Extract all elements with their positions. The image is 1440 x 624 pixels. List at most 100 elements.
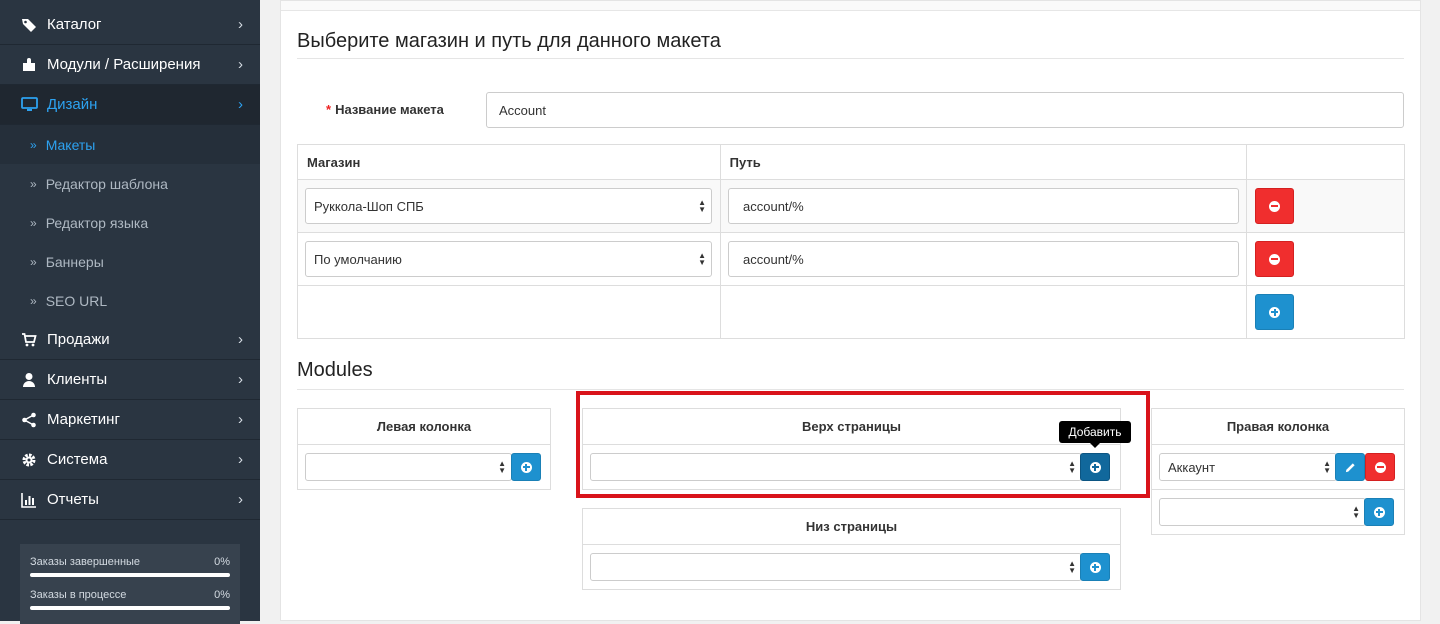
- stat-value: 0%: [214, 589, 230, 601]
- stat-label: Заказы в процессе: [30, 589, 127, 601]
- monitor-icon: [20, 96, 38, 114]
- stat-label: Заказы завершенные: [30, 556, 141, 568]
- store-select-value: По умолчанию: [314, 251, 402, 267]
- sidebar-item-label: Отчеты: [47, 491, 99, 508]
- add-route-button[interactable]: [1255, 294, 1294, 330]
- sidebar-subitem[interactable]: » Редактор языка: [0, 203, 260, 242]
- chevron-right-icon: ›: [238, 331, 243, 348]
- sidebar-subitem[interactable]: » Макеты: [0, 125, 260, 164]
- chevron-right-icon: ›: [238, 96, 243, 113]
- order-stats: Заказы завершенные 0% Заказы в процессе 0%: [20, 544, 240, 624]
- sidebar-item-label: Система: [47, 451, 108, 468]
- sidebar-subitem[interactable]: » SEO URL: [0, 281, 260, 320]
- user-icon: [20, 371, 38, 389]
- content-bottom-add-button[interactable]: [1080, 553, 1110, 581]
- tag-icon: [20, 16, 38, 34]
- minus-circle-icon: [1269, 253, 1280, 265]
- content-bottom-module-select[interactable]: ▲ ▼: [590, 553, 1082, 581]
- layout-name-label: * Название макета: [326, 102, 444, 117]
- chevron-right-icon: ›: [238, 451, 243, 468]
- bar-chart-icon: [20, 491, 38, 509]
- plus-circle-icon: [520, 461, 532, 473]
- sidebar-subitem[interactable]: » Баннеры: [0, 242, 260, 281]
- add-tooltip: Добавить: [1059, 421, 1131, 448]
- sidebar-item-sales[interactable]: Продажи ›: [0, 320, 260, 360]
- route-input[interactable]: account/%: [728, 188, 1239, 224]
- select-arrows-icon: ▲ ▼: [498, 459, 506, 475]
- column-right-edit-button[interactable]: [1335, 453, 1365, 481]
- sidebar-item-label: Клиенты: [47, 371, 108, 388]
- plus-circle-icon: [1269, 306, 1280, 318]
- double-chevron-icon: »: [30, 215, 37, 230]
- chevron-right-icon: ›: [238, 491, 243, 508]
- layout-name-input[interactable]: Account: [486, 92, 1404, 128]
- sidebar-item-design[interactable]: Дизайн ›: [0, 85, 260, 125]
- content-bottom-title: Низ страницы: [583, 509, 1120, 545]
- sidebar-subitem-label: Макеты: [45, 136, 96, 153]
- remove-route-button[interactable]: [1255, 188, 1294, 224]
- sidebar-item-catalog[interactable]: Каталог ›: [0, 5, 260, 45]
- stat-value: 0%: [214, 556, 230, 568]
- plus-circle-icon: [1089, 561, 1101, 573]
- double-chevron-icon: »: [30, 176, 37, 191]
- sidebar-subitem[interactable]: » Редактор шаблона: [0, 164, 260, 203]
- column-right-new-module-select[interactable]: ▲ ▼: [1159, 498, 1366, 526]
- route-column-header: Путь: [719, 144, 1248, 180]
- column-right-title: Правая колонка: [1152, 409, 1404, 445]
- stat-progress-bar: [30, 606, 230, 610]
- puzzle-icon: [20, 56, 38, 74]
- column-left-module-select[interactable]: ▲ ▼: [305, 453, 512, 481]
- chevron-right-icon: ›: [238, 56, 243, 73]
- chevron-right-icon: ›: [238, 16, 243, 33]
- modules-divider: [297, 389, 1404, 390]
- stat-row: Заказы завершенные 0%: [30, 556, 230, 589]
- sidebar-subitem-label: Баннеры: [45, 253, 104, 270]
- stat-progress-bar: [30, 573, 230, 577]
- sidebar-item-label: Дизайн: [47, 96, 98, 113]
- column-right-add-button[interactable]: [1364, 498, 1394, 526]
- pencil-icon: [1345, 462, 1355, 472]
- select-arrows-icon: ▲ ▼: [1068, 559, 1076, 575]
- gear-icon: [20, 451, 38, 469]
- sidebar-item-marketing[interactable]: Маркетинг ›: [0, 400, 260, 440]
- stat-row: Заказы в процессе 0%: [30, 589, 230, 622]
- sidebar-item-label: Маркетинг: [47, 411, 120, 428]
- sidebar-item-modules[interactable]: Модули / Расширения ›: [0, 45, 260, 85]
- double-chevron-icon: »: [30, 137, 37, 152]
- sidebar: Каталог › Модули / Расширения › Дизайн › » Маке…: [0, 0, 260, 624]
- store-column-header: Магазин: [297, 144, 721, 180]
- column-right-module-value: Аккаунт: [1168, 459, 1216, 475]
- modules-title: Modules: [297, 359, 373, 381]
- route-input[interactable]: account/%: [728, 241, 1239, 277]
- column-left-add-button[interactable]: [511, 453, 541, 481]
- panel-top-strip: [281, 1, 1420, 11]
- sidebar-subitem-label: Редактор шаблона: [45, 175, 168, 192]
- store-select[interactable]: Руккола-Шоп СПБ ▲ ▼: [305, 188, 712, 224]
- store-select[interactable]: По умолчанию ▲ ▼: [305, 241, 712, 277]
- select-arrows-icon: ▲ ▼: [1323, 459, 1331, 475]
- select-arrows-icon: ▲ ▼: [1352, 504, 1360, 520]
- sidebar-subitem-label: SEO URL: [45, 292, 108, 309]
- sidebar-item-system[interactable]: Система ›: [0, 440, 260, 480]
- double-chevron-icon: »: [30, 254, 37, 269]
- sidebar-item-label: Каталог: [47, 16, 102, 33]
- sidebar-item-reports[interactable]: Отчеты ›: [0, 480, 260, 520]
- column-right-module-select[interactable]: Аккаунт ▲ ▼: [1159, 453, 1337, 481]
- minus-circle-icon: [1374, 461, 1386, 473]
- column-right-remove-button[interactable]: [1365, 453, 1395, 481]
- main-panel: Выберите магазин и путь для данного маке…: [280, 0, 1421, 621]
- store-select-value: Руккола-Шоп СПБ: [314, 198, 424, 214]
- table-row: [297, 285, 1405, 339]
- section-divider: [297, 58, 1404, 59]
- double-chevron-icon: »: [30, 293, 37, 308]
- sidebar-item-label: Модули / Расширения: [47, 56, 201, 73]
- select-arrows-icon: ▲ ▼: [698, 251, 706, 267]
- column-left-title: Левая колонка: [298, 409, 550, 445]
- sidebar-subitem-label: Редактор языка: [45, 214, 149, 231]
- store-section-title: Выберите магазин и путь для данного маке…: [297, 30, 721, 52]
- select-arrows-icon: ▲ ▼: [698, 198, 706, 214]
- sidebar-item-label: Продажи: [47, 331, 110, 348]
- chevron-right-icon: ›: [238, 371, 243, 388]
- remove-route-button[interactable]: [1255, 241, 1294, 277]
- sidebar-item-customers[interactable]: Клиенты ›: [0, 360, 260, 400]
